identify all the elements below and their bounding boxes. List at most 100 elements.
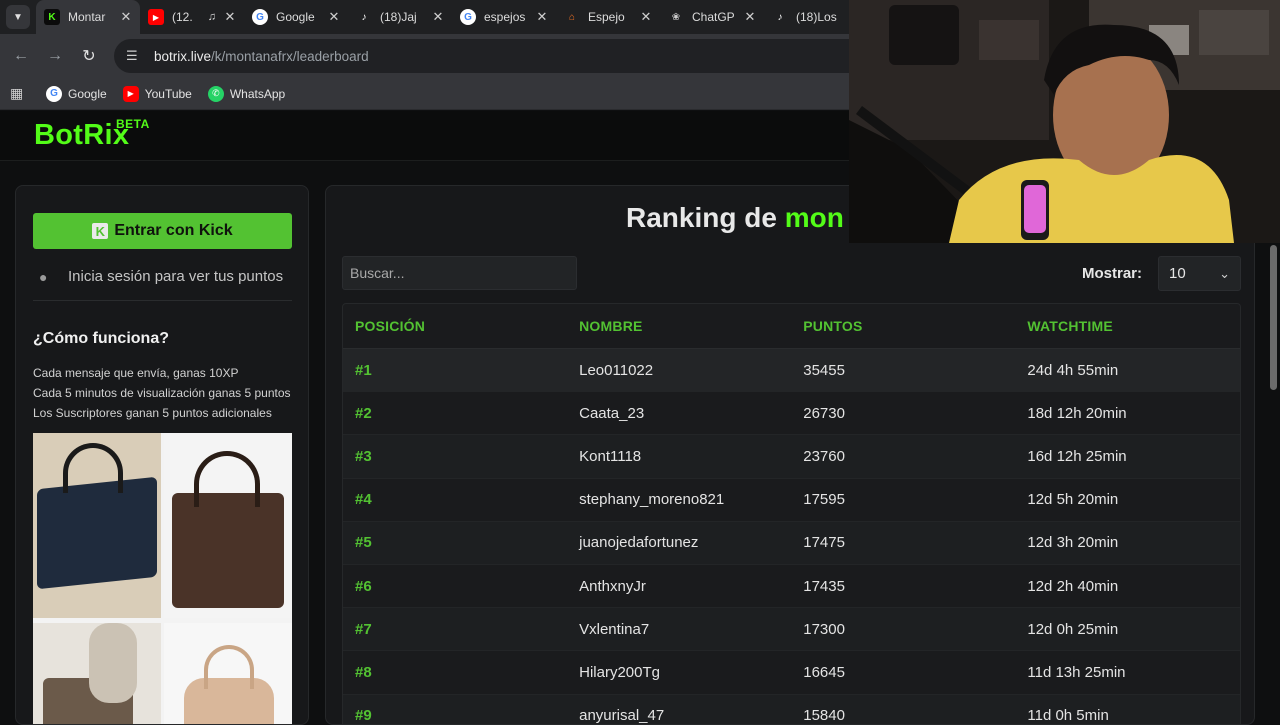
- browser-tab[interactable]: ⌂Espejo✕: [556, 0, 660, 34]
- ad-product-image: [164, 433, 292, 618]
- rank-cell: #2: [343, 405, 567, 422]
- points-cell: 17595: [791, 491, 1015, 508]
- watchtime-cell: 11d 0h 5min: [1015, 707, 1240, 724]
- ad-product-image: [33, 623, 161, 725]
- rank-cell: #5: [343, 534, 567, 551]
- arrow-right-icon: →: [47, 47, 63, 65]
- ad-product-image: [33, 433, 161, 618]
- browser-tab[interactable]: ▶(12.♫✕: [140, 0, 244, 34]
- browser-tab[interactable]: ♪(18)Jaj✕: [348, 0, 452, 34]
- advertisement-image[interactable]: [33, 433, 292, 725]
- page-size-select[interactable]: 10 ⌄: [1158, 256, 1241, 291]
- address-bar[interactable]: ☰ botrix.live/k/montanafrx/leaderboard: [114, 39, 874, 73]
- sidebar: K Entrar con Kick ● Inicia sesión para v…: [15, 185, 309, 725]
- name-cell: stephany_moreno821: [567, 491, 791, 508]
- rank-cell: #7: [343, 621, 567, 638]
- points-cell: 15840: [791, 707, 1015, 724]
- watchtime-cell: 18d 12h 20min: [1015, 405, 1240, 422]
- browser-tab[interactable]: G Google✕: [244, 0, 348, 34]
- table-row[interactable]: #4stephany_moreno8211759512d 5h 20min: [343, 479, 1240, 522]
- page-title: Ranking de mon: [626, 202, 844, 234]
- table-row[interactable]: #5juanojedafortunez1747512d 3h 20min: [343, 522, 1240, 565]
- points-cell: 17300: [791, 621, 1015, 638]
- tab-title: espejos: [484, 10, 534, 24]
- speaker-icon[interactable]: ♫: [208, 11, 216, 23]
- url-path: /k/montanafrx/leaderboard: [211, 49, 369, 64]
- name-cell: AnthxnyJr: [567, 578, 791, 595]
- google-icon: G: [460, 9, 476, 25]
- search-input[interactable]: [342, 256, 577, 290]
- how-it-works-title: ¿Cómo funciona?: [33, 330, 169, 348]
- name-cell: anyurisal_47: [567, 707, 791, 724]
- rank-cell: #6: [343, 578, 567, 595]
- show-label: Mostrar:: [1082, 265, 1142, 282]
- column-header-watchtime[interactable]: WATCHTIME: [1015, 318, 1240, 334]
- watchtime-cell: 12d 5h 20min: [1015, 491, 1240, 508]
- title-prefix: Ranking de: [626, 202, 777, 233]
- table-row[interactable]: #7Vxlentina71730012d 0h 25min: [343, 608, 1240, 651]
- table-row[interactable]: #2Caata_232673018d 12h 20min: [343, 392, 1240, 435]
- login-hint: ● Inicia sesión para ver tus puntos: [39, 268, 283, 285]
- tiktok-icon: ♪: [356, 9, 372, 25]
- login-with-kick-button[interactable]: K Entrar con Kick: [33, 213, 292, 249]
- points-cell: 17435: [791, 578, 1015, 595]
- how-line: Cada 5 minutos de visualización ganas 5 …: [33, 383, 291, 403]
- tab-title: Montar: [68, 10, 118, 24]
- tab-title: (18)Los: [796, 10, 846, 24]
- forward-button[interactable]: →: [38, 39, 72, 73]
- table-row[interactable]: #9anyurisal_471584011d 0h 5min: [343, 695, 1240, 725]
- bookmark-google[interactable]: G Google: [46, 86, 107, 102]
- url-host: botrix.live: [154, 49, 211, 64]
- logo-text: BotRix: [34, 119, 129, 151]
- youtube-icon: ▶: [123, 86, 139, 102]
- rank-cell: #3: [343, 448, 567, 465]
- tab-search-button[interactable]: ▼: [0, 0, 36, 34]
- reload-icon: ↻: [82, 46, 95, 66]
- site-info-icon[interactable]: ☰: [126, 48, 144, 64]
- table-row[interactable]: #6AnthxnyJr1743512d 2h 40min: [343, 565, 1240, 608]
- webcam-image: [849, 0, 1280, 243]
- column-header-position[interactable]: POSICIÓN: [343, 318, 567, 334]
- bookmark-whatsapp[interactable]: ✆ WhatsApp: [208, 86, 285, 102]
- table-row[interactable]: #1Leo0110223545524d 4h 55min: [343, 349, 1240, 392]
- how-it-works-list: Cada mensaje que envía, ganas 10XP Cada …: [33, 363, 291, 423]
- browser-tab[interactable]: Gespejos✕: [452, 0, 556, 34]
- bookmark-youtube[interactable]: ▶ YouTube: [123, 86, 192, 102]
- login-hint-text: Inicia sesión para ver tus puntos: [68, 268, 283, 285]
- table-header: POSICIÓN NOMBRE PUNTOS WATCHTIME: [343, 304, 1240, 349]
- points-cell: 16645: [791, 664, 1015, 681]
- google-icon: G: [252, 9, 268, 25]
- page-scrollbar[interactable]: [1270, 245, 1277, 390]
- points-cell: 17475: [791, 534, 1015, 551]
- back-button[interactable]: ←: [4, 39, 38, 73]
- close-icon[interactable]: ✕: [430, 9, 446, 25]
- botrix-logo[interactable]: BotRix BETA: [34, 119, 129, 152]
- bookmark-label: YouTube: [145, 87, 192, 101]
- tab-title: Google: [276, 10, 326, 24]
- reload-button[interactable]: ↻: [72, 39, 106, 73]
- name-cell: Hilary200Tg: [567, 664, 791, 681]
- watchtime-cell: 12d 2h 40min: [1015, 578, 1240, 595]
- column-header-points[interactable]: PUNTOS: [791, 318, 1015, 334]
- close-icon[interactable]: ✕: [118, 9, 134, 25]
- table-row[interactable]: #8Hilary200Tg1664511d 13h 25min: [343, 651, 1240, 694]
- close-icon[interactable]: ✕: [638, 9, 654, 25]
- apps-grid-icon[interactable]: ▦: [10, 85, 28, 102]
- close-icon[interactable]: ✕: [326, 9, 342, 25]
- chevron-down-icon: ▼: [13, 12, 23, 23]
- youtube-icon: ▶: [148, 9, 164, 25]
- column-header-name[interactable]: NOMBRE: [567, 318, 791, 334]
- browser-tab[interactable]: KMontar✕: [36, 0, 140, 34]
- watchtime-cell: 24d 4h 55min: [1015, 362, 1240, 379]
- close-icon[interactable]: ✕: [534, 9, 550, 25]
- divider: [33, 300, 292, 301]
- title-channel: mon: [785, 202, 844, 233]
- close-icon[interactable]: ✕: [742, 9, 758, 25]
- name-cell: Caata_23: [567, 405, 791, 422]
- bookmark-label: Google: [68, 87, 107, 101]
- table-row[interactable]: #3Kont11182376016d 12h 25min: [343, 435, 1240, 478]
- close-icon[interactable]: ✕: [222, 9, 238, 25]
- how-line: Cada mensaje que envía, ganas 10XP: [33, 363, 291, 383]
- browser-tab[interactable]: ❀ChatGP✕: [660, 0, 764, 34]
- whatsapp-icon: ✆: [208, 86, 224, 102]
